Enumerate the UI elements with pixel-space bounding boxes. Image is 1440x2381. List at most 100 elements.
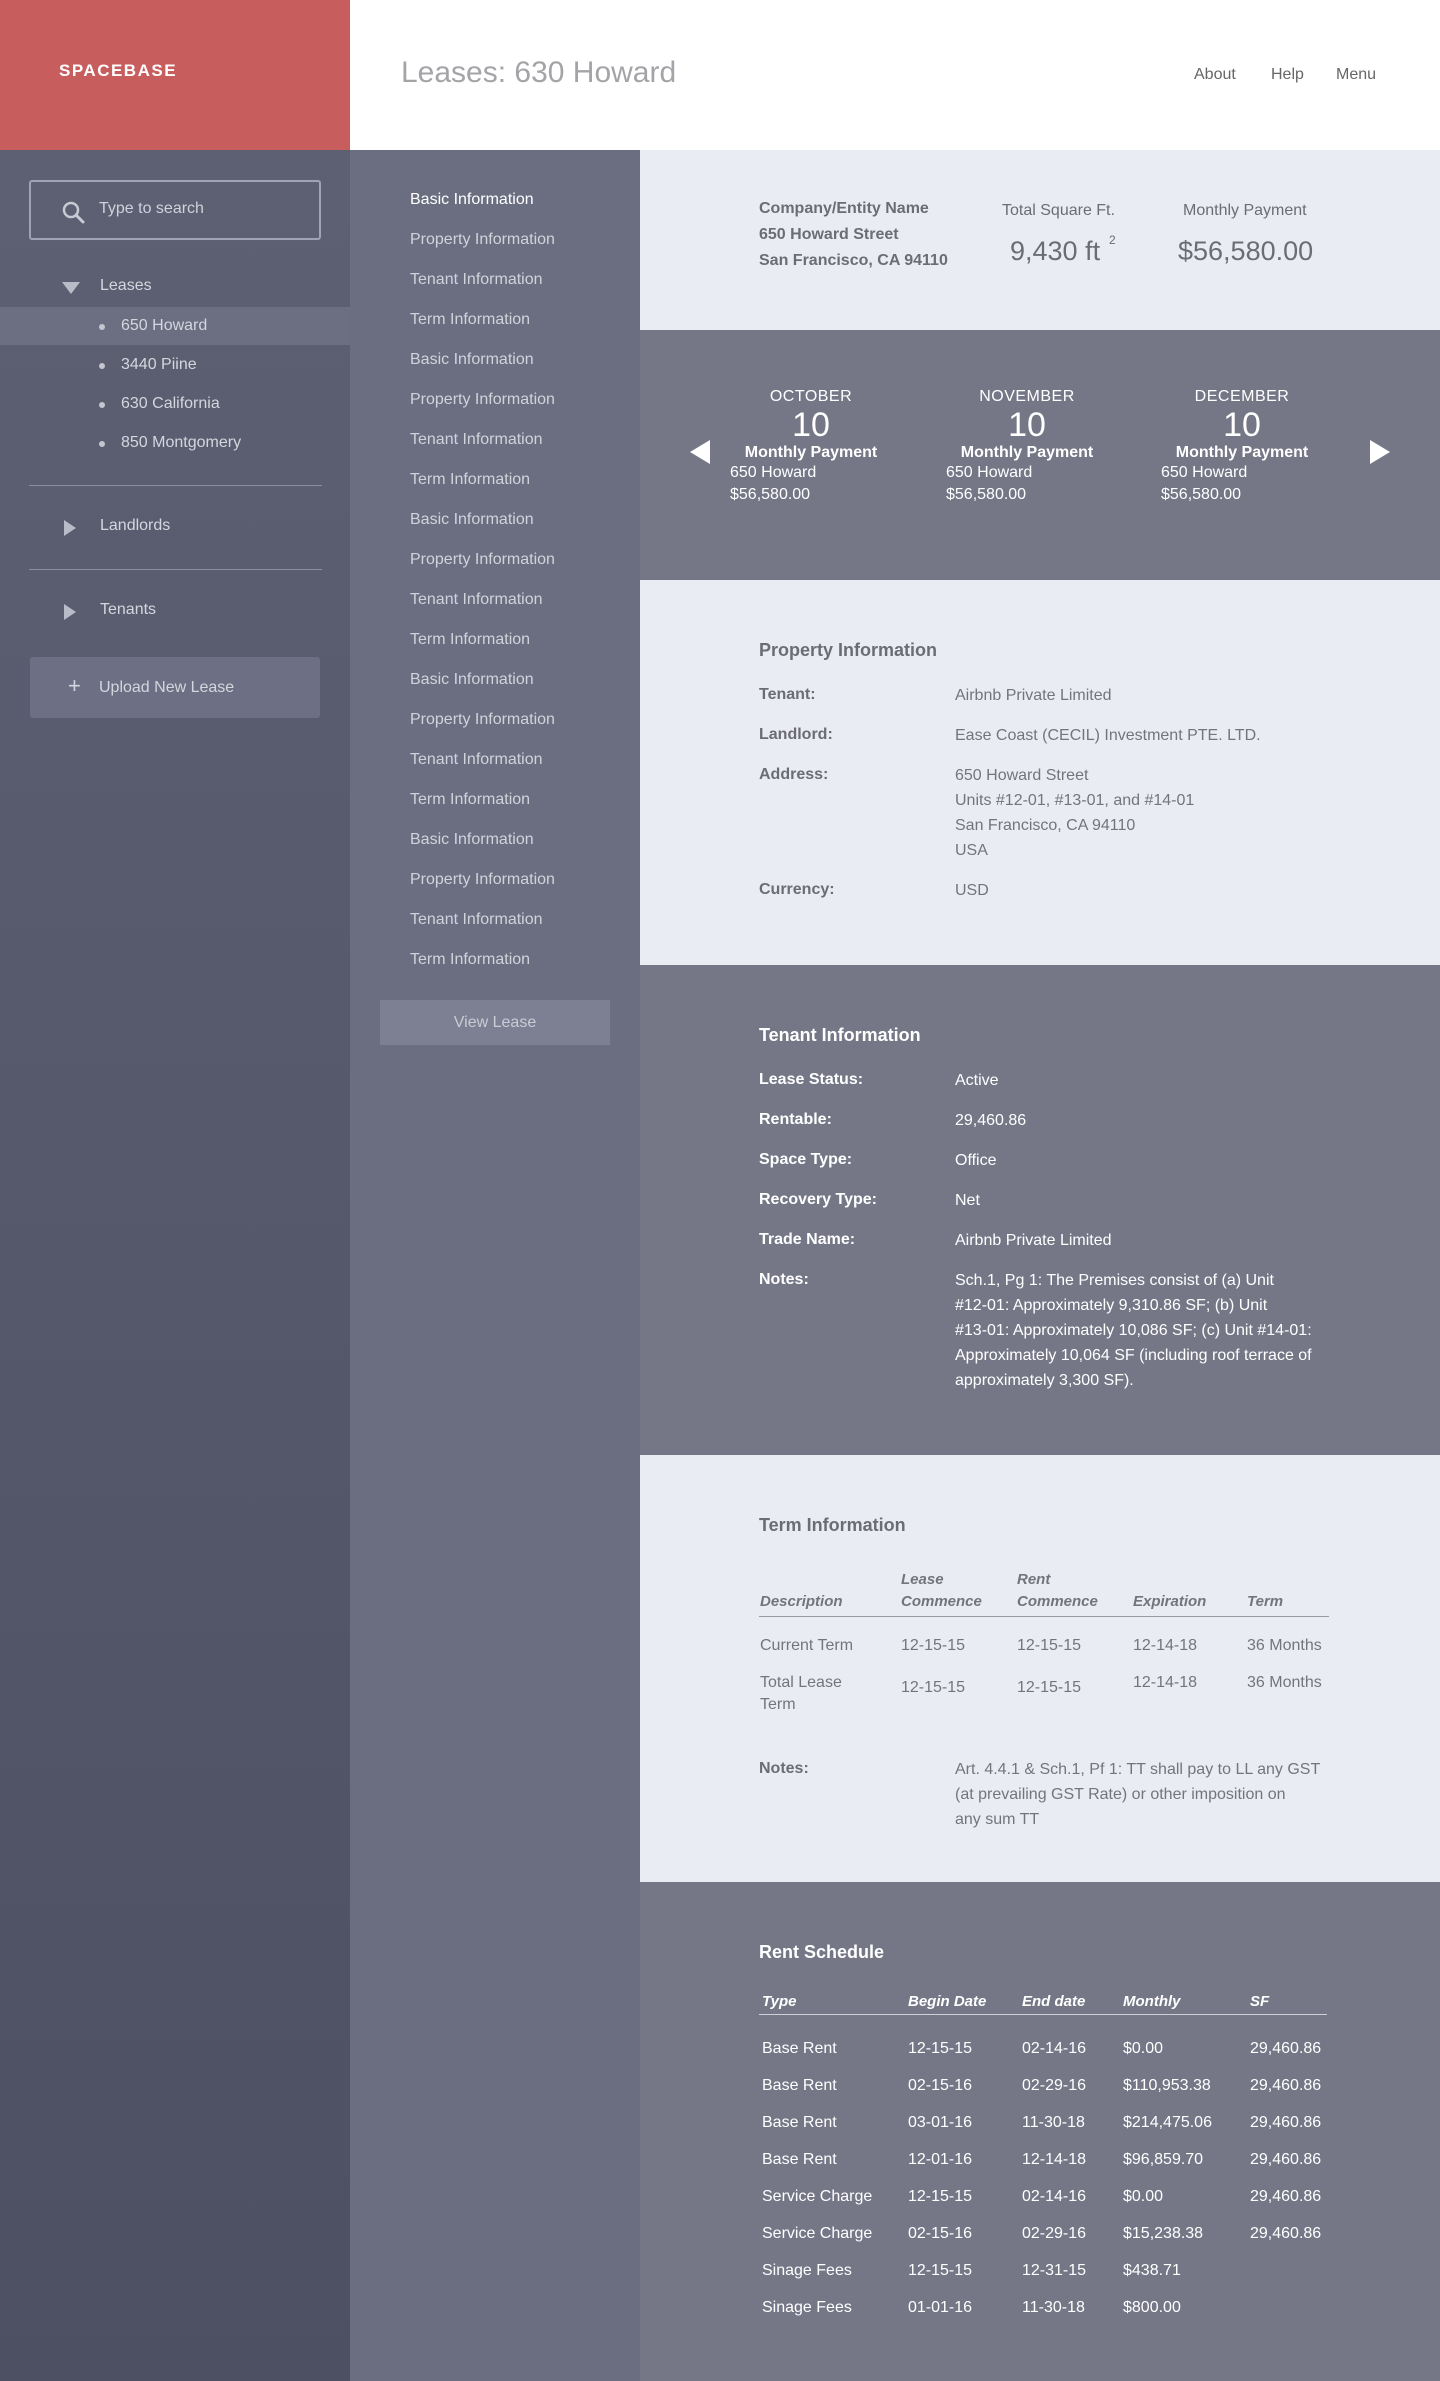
sidebar-lease-3440-piine[interactable]: 3440 Piine [0,346,350,384]
tenant-key: Tenant: [759,686,816,703]
nav-menu-link[interactable]: Menu [1336,66,1376,84]
table-cell: 12-15-15 [908,2262,973,2279]
carousel-prev-icon[interactable] [690,440,710,464]
payment-day: 10 [1008,406,1046,444]
leases-expand-icon[interactable] [62,282,80,294]
table-cell: 02-14-16 [1022,2188,1087,2205]
table-cell: 02-14-16 [1022,2040,1087,2057]
page-title: Leases: 630 Howard [401,56,677,89]
payment-kind: Monthly Payment [744,444,878,461]
section-link-tenant[interactable]: Tenant Information [410,751,543,769]
table-cell: 36 Months [1247,1637,1322,1654]
view-lease-button[interactable]: View Lease [380,1000,610,1045]
table-cell: $214,475.06 [1123,2114,1212,2131]
table-cell: 02-29-16 [1022,2225,1087,2242]
upload-new-lease-button[interactable]: + Upload New Lease [30,657,320,718]
section-link-term[interactable]: Term Information [410,951,530,969]
table-cell: 12-15-15 [1017,1679,1082,1696]
payment-amount: $56,580.00 [1161,486,1242,503]
table-cell: 29,460.86 [1250,2040,1322,2057]
section-link-basic[interactable]: Basic Information [410,671,534,689]
column-header: SF [1250,1993,1270,2010]
section-link-basic[interactable]: Basic Information [410,351,534,369]
tenants-expand-icon[interactable] [64,604,76,620]
section-link-tenant[interactable]: Tenant Information [410,431,543,449]
section-title: Rent Schedule [759,1942,885,1962]
sidebar-lease-850-montgomery[interactable]: 850 Montgomery [0,424,350,462]
payment-value: $56,580.00 [1178,236,1314,266]
carousel-next-icon[interactable] [1370,440,1390,464]
lease-status-key: Lease Status: [759,1071,864,1088]
table-cell: 12-15-15 [908,2188,973,2205]
space-type-key: Space Type: [759,1151,853,1168]
table-cell: $15,238.38 [1123,2225,1204,2242]
rent-schedule-section: Rent Schedule Type Begin Date End date M… [640,1882,1440,2381]
landlords-expand-icon[interactable] [64,520,76,536]
section-link-tenant[interactable]: Tenant Information [410,591,543,609]
section-link-basic[interactable]: Basic Information [410,191,534,209]
rentable-key: Rentable: [759,1111,832,1128]
nav-help-link[interactable]: Help [1271,66,1304,84]
table-cell: Base Rent [762,2040,837,2057]
sidebar-lease-650-howard[interactable]: 650 Howard [0,307,350,345]
section-link-tenant[interactable]: Tenant Information [410,911,543,929]
section-link-term[interactable]: Term Information [410,791,530,809]
sqft-value: 9,430 ft [1010,236,1101,266]
table-cell: Total Lease [760,1674,842,1691]
table-cell: $0.00 [1123,2188,1164,2205]
table-cell: 36 Months [1247,1674,1322,1691]
sidebar-item-tenants[interactable]: Tenants [100,601,156,619]
rentable-value: 29,460.86 [955,1112,1027,1129]
property-information-section: Property Information Tenant: Airbnb Priv… [640,580,1440,965]
tenant-value: Airbnb Private Limited [955,687,1112,704]
column-header: Expiration [1133,1593,1207,1610]
address-line: USA [955,842,988,859]
section-link-term[interactable]: Term Information [410,311,530,329]
sidebar-item-landlords[interactable]: Landlords [100,517,170,535]
section-link-tenant[interactable]: Tenant Information [410,271,543,289]
payment-carousel: OCTOBER 10 Monthly Payment 650 Howard $5… [640,330,1440,580]
table-cell: Base Rent [762,2151,837,2168]
section-link-basic[interactable]: Basic Information [410,511,534,529]
sidebar-lease-630-california[interactable]: 630 California [0,385,350,423]
landlord-key: Landlord: [759,726,833,743]
table-cell: 11-30-18 [1022,2299,1085,2316]
tenant-information-section: Tenant Information Lease Status: Active … [640,965,1440,1455]
table-cell: 12-31-15 [1022,2262,1087,2279]
payment-card[interactable]: DECEMBER 10 Monthly Payment 650 Howard $… [1152,388,1332,506]
trade-name-key: Trade Name: [759,1231,856,1248]
section-link-property[interactable]: Property Information [410,871,555,889]
table-cell: Service Charge [762,2188,873,2205]
notes-line: Approximately 10,064 SF (including roof … [955,1347,1312,1364]
payment-card[interactable]: OCTOBER 10 Monthly Payment 650 Howard $5… [721,388,901,506]
section-link-term[interactable]: Term Information [410,631,530,649]
table-cell: 12-14-18 [1022,2151,1087,2168]
search-box[interactable] [29,180,321,240]
sidebar-lease-label: 850 Montgomery [121,434,242,451]
section-link-property[interactable]: Property Information [410,391,555,409]
section-link-property[interactable]: Property Information [410,711,555,729]
column-header: Monthly [1123,1993,1181,2010]
payment-card[interactable]: NOVEMBER 10 Monthly Payment 650 Howard $… [937,388,1117,506]
logo-text: SPACEBASE [59,61,178,80]
search-input[interactable] [99,200,299,218]
sidebar-item-leases[interactable]: Leases [100,277,152,295]
payment-amount: $56,580.00 [730,486,811,503]
table-cell: 29,460.86 [1250,2077,1322,2094]
trade-name-value: Airbnb Private Limited [955,1232,1112,1249]
section-link-property[interactable]: Property Information [410,231,555,249]
table-cell: 29,460.86 [1250,2151,1322,2168]
nav-about-link[interactable]: About [1194,66,1236,84]
currency-key: Currency: [759,881,835,898]
summary-city: San Francisco, CA 94110 [759,252,948,269]
section-link-property[interactable]: Property Information [410,551,555,569]
notes-line: Art. 4.4.1 & Sch.1, Pf 1: TT shall pay t… [955,1761,1321,1778]
table-cell: 02-15-16 [908,2225,973,2242]
table-cell: 29,460.86 [1250,2188,1322,2205]
section-link-basic[interactable]: Basic Information [410,831,534,849]
payment-amount: $56,580.00 [946,486,1027,503]
section-title: Term Information [759,1515,906,1535]
section-link-term[interactable]: Term Information [410,471,530,489]
table-cell: Sinage Fees [762,2262,852,2279]
logo[interactable]: SPACEBASE [0,0,350,150]
